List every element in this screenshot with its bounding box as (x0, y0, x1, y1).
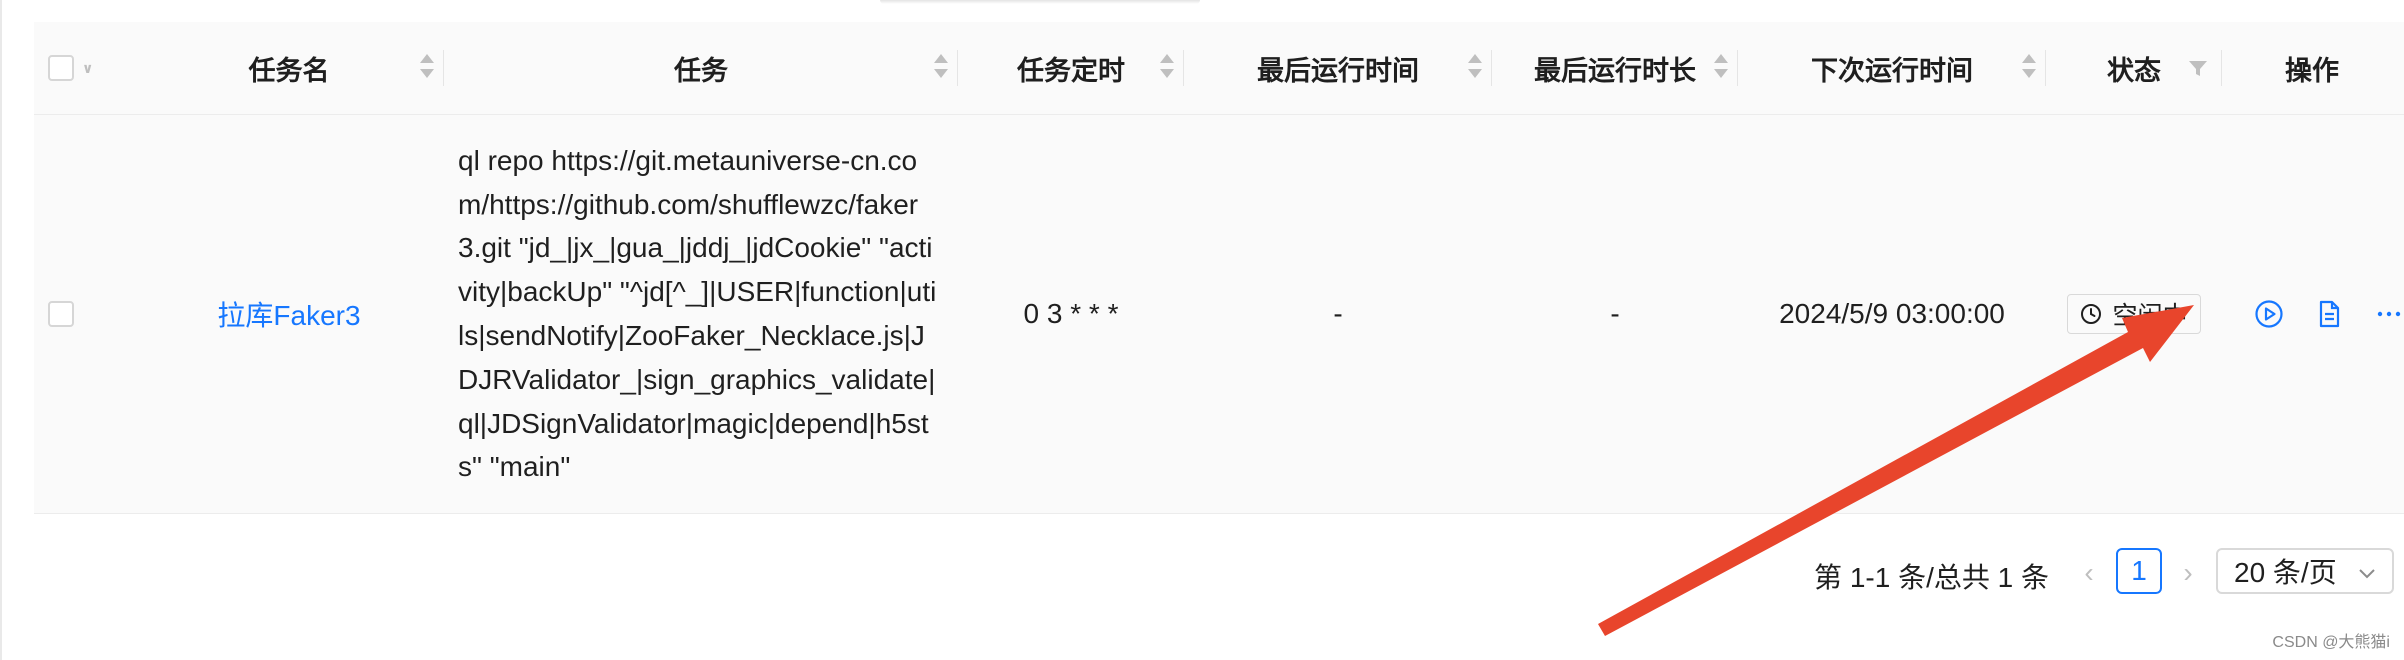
annotation-arrow-icon (1598, 305, 2194, 636)
watermark: CSDN @大熊猫i (2272, 634, 2390, 651)
